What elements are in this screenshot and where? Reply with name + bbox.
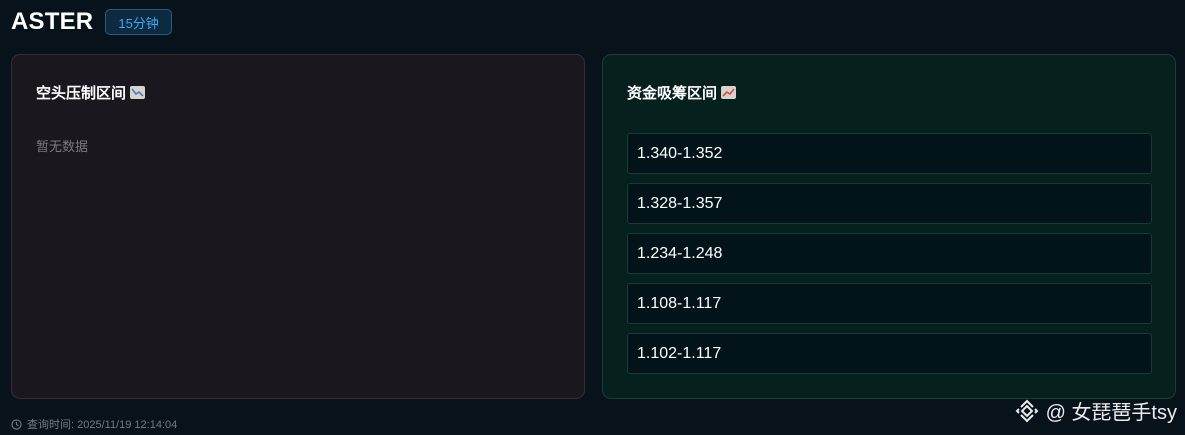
short-pressure-panel: 空头压制区间 暂无数据 xyxy=(11,54,585,399)
header: ASTER 15分钟 xyxy=(11,7,172,37)
query-time: 查询时间: 2025/11/19 12:14:04 xyxy=(27,419,178,431)
range-item: 1.102-1.117 xyxy=(627,333,1152,374)
empty-state-text: 暂无数据 xyxy=(36,139,89,154)
chart-increasing-icon xyxy=(721,86,737,99)
accumulation-panel: 资金吸筹区间 1.340-1.352 1.328-1.357 1.234-1.2… xyxy=(602,54,1176,399)
range-item: 1.340-1.352 xyxy=(627,133,1152,174)
chart-decreasing-icon xyxy=(130,86,146,99)
range-item: 1.234-1.248 xyxy=(627,233,1152,274)
accumulation-title: 资金吸筹区间 xyxy=(627,85,718,102)
range-item: 1.328-1.357 xyxy=(627,183,1152,224)
short-pressure-title: 空头压制区间 xyxy=(36,85,127,102)
short-pressure-title-row: 空头压制区间 xyxy=(36,82,146,103)
footer: 查询时间: 2025/11/19 12:14:04 xyxy=(11,416,177,432)
clock-icon xyxy=(11,418,22,430)
symbol-title: ASTER xyxy=(11,8,94,35)
binance-logo-icon xyxy=(1015,399,1038,422)
watermark: @ 女琵琶手tsy xyxy=(1014,396,1177,425)
watermark-text: @ 女琵琶手tsy xyxy=(1045,402,1177,424)
timeframe-badge[interactable]: 15分钟 xyxy=(105,9,172,35)
accumulation-title-row: 资金吸筹区间 xyxy=(627,82,737,103)
range-item: 1.108-1.117 xyxy=(627,283,1152,324)
range-list: 1.340-1.352 1.328-1.357 1.234-1.248 1.10… xyxy=(627,133,1152,383)
